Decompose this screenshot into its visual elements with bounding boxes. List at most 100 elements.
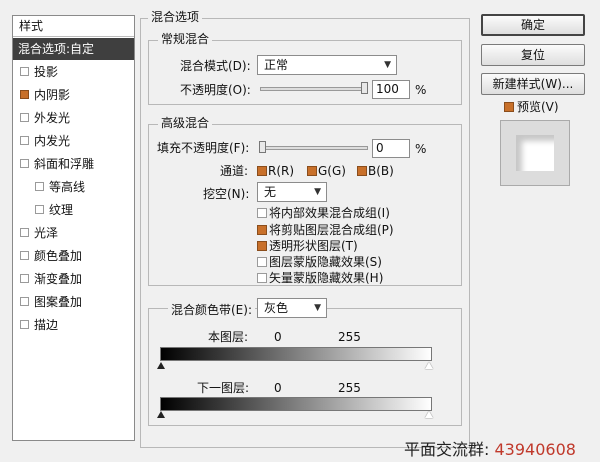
chevron-down-icon: ▼ [384, 60, 391, 70]
blend-clipped-layers-checkbox[interactable] [257, 225, 267, 235]
underlying-layer-label: 下一图层: [197, 381, 250, 395]
style-item-label: 图案叠加 [34, 295, 83, 309]
blend-if-label: 混合颜色带(E): [168, 302, 255, 318]
underlying-layer-black-slider[interactable] [157, 411, 165, 418]
channels-label: 通道: [220, 164, 249, 178]
this-layer-gradient-bar [160, 347, 432, 361]
watermark-number: 43940608 [494, 440, 576, 459]
style-item-label: 纹理 [49, 203, 74, 217]
layer-mask-hides-effects-label: 图层蒙版隐藏效果(S) [269, 255, 382, 269]
channel-r-checkbox[interactable] [257, 166, 267, 176]
underlying-layer-white-slider[interactable] [425, 411, 433, 418]
chevron-down-icon: ▼ [314, 303, 321, 313]
style-item-blending-options[interactable]: 混合选项:自定 [13, 38, 134, 60]
vector-mask-hides-effects-checkbox[interactable] [257, 273, 267, 283]
transparency-shapes-layer-checkbox[interactable] [257, 241, 267, 251]
blending-options-title: 混合选项 [148, 10, 203, 24]
style-preview-swatch [516, 135, 554, 171]
this-layer-max: 255 [338, 330, 361, 344]
general-blending-title: 常规混合 [158, 32, 213, 46]
this-layer-white-slider[interactable] [425, 362, 433, 369]
opacity-label: 不透明度(O): [180, 83, 251, 97]
opacity-input[interactable]: 100 [372, 80, 410, 99]
style-item-contour[interactable]: 等高线 [13, 176, 134, 198]
stroke-checkbox[interactable] [20, 320, 29, 329]
texture-checkbox[interactable] [35, 205, 44, 214]
knockout-select[interactable]: 无 ▼ [257, 182, 327, 202]
knockout-value: 无 [264, 185, 277, 199]
preview-label: 预览(V) [517, 100, 559, 114]
layer-mask-hides-effects-checkbox[interactable] [257, 257, 267, 267]
transparency-shapes-layer-label: 透明形状图层(T) [269, 239, 358, 253]
advanced-blending-title: 高级混合 [158, 116, 213, 130]
style-item-label: 等高线 [49, 180, 86, 194]
blend-clipped-layers-label: 将剪贴图层混合成组(P) [269, 223, 394, 237]
reset-button[interactable]: 复位 [481, 44, 585, 66]
color-overlay-checkbox[interactable] [20, 251, 29, 260]
style-item-inner-glow[interactable]: 内发光 [13, 130, 134, 152]
knockout-label: 挖空(N): [203, 187, 250, 201]
fill-opacity-slider-track[interactable] [260, 146, 368, 150]
style-item-gradient-overlay[interactable]: 渐变叠加 [13, 268, 134, 290]
style-item-label: 光泽 [34, 226, 59, 240]
satin-checkbox[interactable] [20, 228, 29, 237]
chevron-down-icon: ▼ [314, 187, 321, 197]
style-item-label: 内阴影 [34, 88, 71, 102]
channel-b-label: B(B) [368, 164, 394, 178]
channel-b-checkbox[interactable] [357, 166, 367, 176]
style-item-label: 内发光 [34, 134, 71, 148]
style-item-drop-shadow[interactable]: 投影 [13, 61, 134, 83]
channel-g-label: G(G) [318, 164, 346, 178]
pattern-overlay-checkbox[interactable] [20, 297, 29, 306]
style-item-label: 混合选项:自定 [18, 42, 95, 56]
underlying-layer-min: 0 [274, 381, 282, 395]
style-item-label: 投影 [34, 65, 59, 79]
style-item-label: 颜色叠加 [34, 249, 83, 263]
blend-if-select[interactable]: 灰色 ▼ [257, 298, 327, 318]
style-item-label: 外发光 [34, 111, 71, 125]
watermark-text: 平面交流群: [404, 440, 490, 459]
this-layer-label: 本图层: [208, 330, 249, 344]
blend-if-value: 灰色 [264, 301, 289, 315]
new-style-button[interactable]: 新建样式(W)... [481, 73, 585, 95]
style-item-texture[interactable]: 纹理 [13, 199, 134, 221]
opacity-slider-track[interactable] [260, 87, 368, 91]
blend-mode-value: 正常 [264, 58, 289, 72]
fill-opacity-input[interactable]: 0 [372, 139, 410, 158]
underlying-layer-gradient-bar [160, 397, 432, 411]
style-item-bevel-emboss[interactable]: 斜面和浮雕 [13, 153, 134, 175]
opacity-percent: % [415, 83, 427, 97]
ok-button[interactable]: 确定 [481, 14, 585, 36]
bevel-emboss-checkbox[interactable] [20, 159, 29, 168]
drop-shadow-checkbox[interactable] [20, 67, 29, 76]
style-item-label: 渐变叠加 [34, 272, 83, 286]
opacity-slider-thumb[interactable] [361, 82, 368, 94]
blend-mode-label: 混合模式(D): [180, 59, 251, 73]
style-item-label: 描边 [34, 318, 59, 332]
style-list-header: 样式 [13, 16, 134, 37]
style-item-pattern-overlay[interactable]: 图案叠加 [13, 291, 134, 313]
watermark: 平面交流群: 43940608 [404, 436, 576, 460]
fill-opacity-percent: % [415, 142, 427, 156]
outer-glow-checkbox[interactable] [20, 113, 29, 122]
blend-mode-select[interactable]: 正常 ▼ [257, 55, 397, 75]
style-item-color-overlay[interactable]: 颜色叠加 [13, 245, 134, 267]
style-list: 样式 混合选项:自定 投影 内阴影 外发光 内发光 斜面和浮雕 等高线 纹理 光… [12, 15, 135, 441]
inner-glow-checkbox[interactable] [20, 136, 29, 145]
contour-checkbox[interactable] [35, 182, 44, 191]
style-item-stroke[interactable]: 描边 [13, 314, 134, 336]
inner-shadow-checkbox[interactable] [20, 90, 29, 99]
gradient-overlay-checkbox[interactable] [20, 274, 29, 283]
channel-g-checkbox[interactable] [307, 166, 317, 176]
style-item-inner-shadow[interactable]: 内阴影 [13, 84, 134, 106]
this-layer-black-slider[interactable] [157, 362, 165, 369]
style-item-satin[interactable]: 光泽 [13, 222, 134, 244]
underlying-layer-max: 255 [338, 381, 361, 395]
style-item-label: 斜面和浮雕 [34, 157, 95, 171]
channel-r-label: R(R) [268, 164, 295, 178]
style-preview-thumbnail [500, 120, 570, 186]
style-item-outer-glow[interactable]: 外发光 [13, 107, 134, 129]
preview-checkbox[interactable] [504, 102, 514, 112]
blend-interior-effects-checkbox[interactable] [257, 208, 267, 218]
fill-opacity-slider-thumb[interactable] [259, 141, 266, 153]
